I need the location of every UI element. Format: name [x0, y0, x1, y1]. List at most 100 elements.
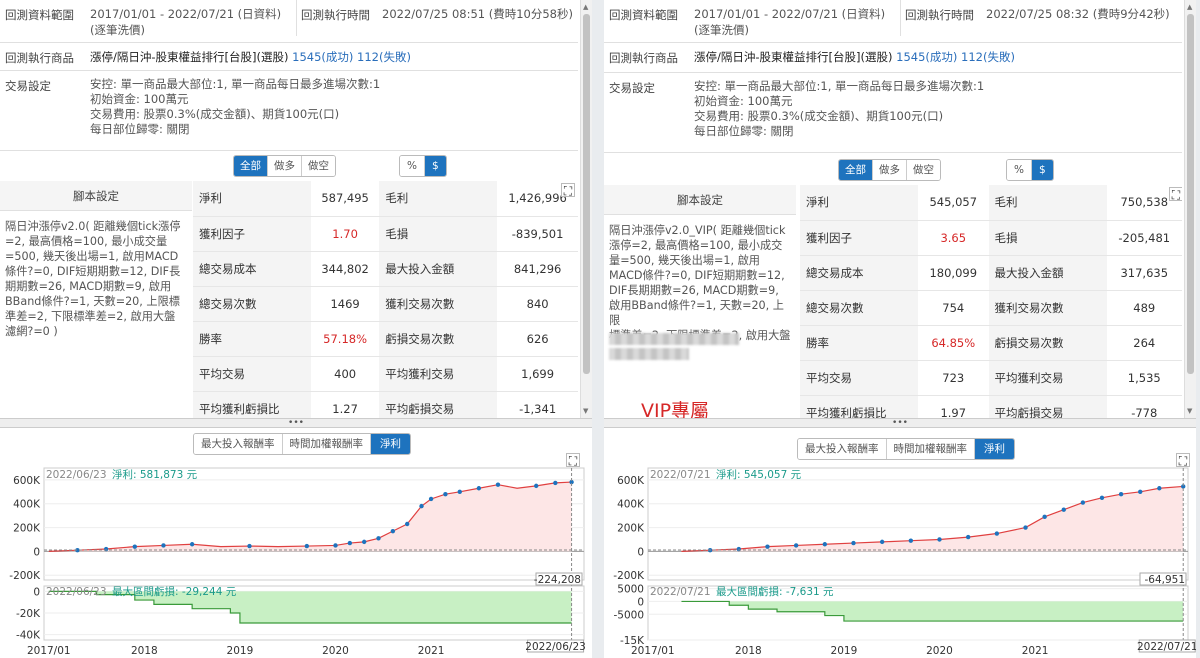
new-high-point — [736, 546, 741, 552]
stat-value: -205,481 — [1106, 220, 1182, 256]
toggle-long[interactable]: 做多 — [873, 160, 907, 180]
new-high-point — [189, 542, 195, 547]
y-tick-label: -5000 — [613, 609, 644, 621]
toggle-dollar[interactable]: $ — [424, 156, 446, 176]
scroll-up-icon[interactable]: ▲ — [583, 3, 588, 11]
scroll-up-icon[interactable]: ▲ — [1187, 3, 1192, 11]
scroll-down-icon[interactable]: ▼ — [1187, 407, 1192, 415]
x-tick-label: 2018 — [131, 645, 158, 657]
script-settings-body: 隔日沖漲停v2.0_VIP( 距離幾個tick 漲停=2, 最高價格=100, … — [609, 223, 793, 343]
direction-toggle: 全部 做多 做空 — [838, 159, 941, 181]
product-fail[interactable]: 112(失敗) — [961, 50, 1015, 64]
range-value: 2017/01/01 - 2022/07/21 (日資料) (逐筆洗價) — [90, 6, 281, 38]
info-row-product: 回測執行商品 漲停/隔日沖-股東權益排行[台股](選股) 1545(成功) 11… — [0, 43, 578, 71]
y-tick-label: 0 — [33, 546, 40, 558]
toggle-percent[interactable]: % — [400, 156, 425, 176]
new-high-point — [443, 492, 448, 497]
drawdown-label: 最大區間虧損: -29,244 元 — [112, 585, 237, 598]
backtest-panel-right: 回測資料範圍 2017/01/01 - 2022/07/21 (日資料) (逐筆… — [604, 0, 1196, 658]
vertical-scrollbar[interactable]: ▲ ▼ — [580, 0, 592, 418]
unit-toggle: % $ — [399, 155, 447, 177]
settings-line: 每日部位歸零: 關閉 — [90, 122, 190, 136]
new-high-point — [247, 543, 252, 549]
range-label: 回測資料範圍 — [609, 8, 678, 22]
toggle-short[interactable]: 做空 — [302, 156, 335, 176]
x-tick-label: 2019 — [831, 645, 858, 657]
stat-label: 淨利 — [800, 185, 918, 221]
stats-row: 平均獲利虧損比 1.27 平均虧損交易 -1,341 — [193, 391, 578, 418]
x-tick-label: 2020 — [926, 645, 953, 657]
y-tick-label: 400K — [13, 499, 41, 511]
new-high-point — [851, 540, 856, 546]
y-tick-label: -200K — [9, 570, 41, 582]
toggle-dollar[interactable]: $ — [1031, 160, 1053, 180]
x-tick-label: 2019 — [227, 645, 254, 657]
backtest-chart: 600K400K200K0-200K50000-5000-15K2017/01 2… — [613, 467, 1196, 657]
new-high-point — [1118, 492, 1124, 497]
stat-value: -1,341 — [497, 391, 578, 418]
settings-value: 安控: 單一商品最大部位:1, 單一商品每日最多進場次數:1 初始資金: 100… — [90, 77, 380, 137]
drawdown-label: 最大區間虧損: -7,631 元 — [716, 585, 834, 598]
expand-icon[interactable]: ⛶ — [561, 183, 575, 198]
stat-value: 545,057 — [918, 185, 989, 221]
panel-divider[interactable]: ••• — [0, 418, 592, 428]
toggle-all[interactable]: 全部 — [234, 156, 268, 176]
stats-row: 平均獲利虧損比 1.97 平均虧損交易 -778 — [800, 395, 1182, 418]
stat-value: 1,699 — [497, 356, 578, 392]
stats-row: 總交易成本 344,802 最大投入金額 841,296 — [193, 251, 578, 287]
stat-value: -839,501 — [497, 216, 578, 252]
script-line: 漲停=2, 最高價格=100, 最小成交 — [609, 239, 783, 252]
new-high-point — [765, 544, 770, 549]
panel-divider[interactable]: ••• — [604, 418, 1196, 428]
drawdown-date: 2022/06/23 — [46, 586, 107, 598]
vip-label: VIP專屬 — [641, 400, 710, 418]
product-success[interactable]: 1545(成功) — [896, 50, 957, 64]
redacted-text — [609, 333, 739, 345]
toggle-percent[interactable]: % — [1007, 160, 1032, 180]
settings-line: 安控: 單一商品最大部位:1, 單一商品每日最多進場次數:1 — [694, 79, 985, 93]
script-line: BBand條件?=1, 天數=20, 上限標 — [5, 295, 180, 308]
scroll-thumb[interactable] — [583, 14, 590, 374]
stat-value: 1.70 — [311, 216, 380, 252]
settings-line: 每日部位歸零: 關閉 — [694, 124, 794, 138]
toggle-long[interactable]: 做多 — [268, 156, 302, 176]
settings-line: 交易費用: 股票0.3%(成交金額)、期貨100元(口) — [90, 107, 340, 121]
y-tick-label: 0 — [637, 596, 644, 608]
toggle-short[interactable]: 做空 — [907, 160, 940, 180]
stat-value: 840 — [497, 286, 578, 322]
info-row-range: 回測資料範圍 2017/01/01 - 2022/07/21 (日資料) (逐筆… — [0, 0, 578, 43]
product-fail[interactable]: 112(失敗) — [357, 50, 411, 64]
new-high-point — [419, 503, 424, 509]
new-high-point — [333, 543, 338, 548]
settings-line: 交易費用: 股票0.3%(成交金額)、期貨100元(口) — [694, 109, 944, 123]
x-tick-label: 2021 — [418, 645, 445, 657]
value-tooltip: -224,208 — [534, 574, 581, 586]
script-line: 量=500, 幾天後出場=1, 啟用 — [609, 254, 760, 267]
stat-value: -778 — [1106, 395, 1182, 418]
stat-value: 400 — [311, 356, 380, 392]
script-line: DIF長期期數=26, MACD期數=9, — [609, 284, 779, 297]
product-success[interactable]: 1545(成功) — [292, 50, 353, 64]
script-line: =2, 最高價格=100, 最小成交量 — [5, 235, 168, 248]
stat-value: 841,296 — [497, 251, 578, 287]
stat-label: 平均獲利交易 — [988, 360, 1107, 396]
scroll-thumb[interactable] — [1187, 14, 1194, 374]
report-section: 回測資料範圍 2017/01/01 - 2022/07/21 (日資料) (逐筆… — [604, 0, 1182, 418]
backtest-chart: 600K 400K 200K 0 -200K 0 -20K -40K 2017/01 2018 20… — [9, 467, 586, 657]
script-line: 隔日沖漲停v2.0( 距離幾個tick漲停 — [5, 220, 181, 233]
toggle-all[interactable]: 全部 — [839, 160, 873, 180]
new-high-point — [495, 482, 501, 487]
product-label: 回測執行商品 — [5, 51, 74, 65]
range-label: 回測資料範圍 — [5, 8, 74, 22]
chart-section: 最大投入報酬率 時間加權報酬率 淨利 ⛶ 600K 400K 200K 0 -200K 0… — [0, 428, 592, 658]
stat-label: 平均獲利虧損比 — [193, 391, 311, 418]
expand-icon[interactable]: ⛶ — [1169, 187, 1182, 202]
script-line: MACD條件?=0, DIF短期期數=12, — [609, 269, 785, 282]
vertical-scrollbar[interactable]: ▲ ▼ — [1184, 0, 1196, 418]
value-tooltip: -64,951 — [1144, 574, 1185, 586]
stat-value: 587,495 — [311, 181, 380, 217]
date-tooltip: 2022/07/21 — [1137, 641, 1196, 653]
stat-value: 754 — [918, 290, 989, 326]
run-time-label: 回測執行時間 — [296, 0, 370, 36]
scroll-down-icon[interactable]: ▼ — [583, 407, 588, 415]
